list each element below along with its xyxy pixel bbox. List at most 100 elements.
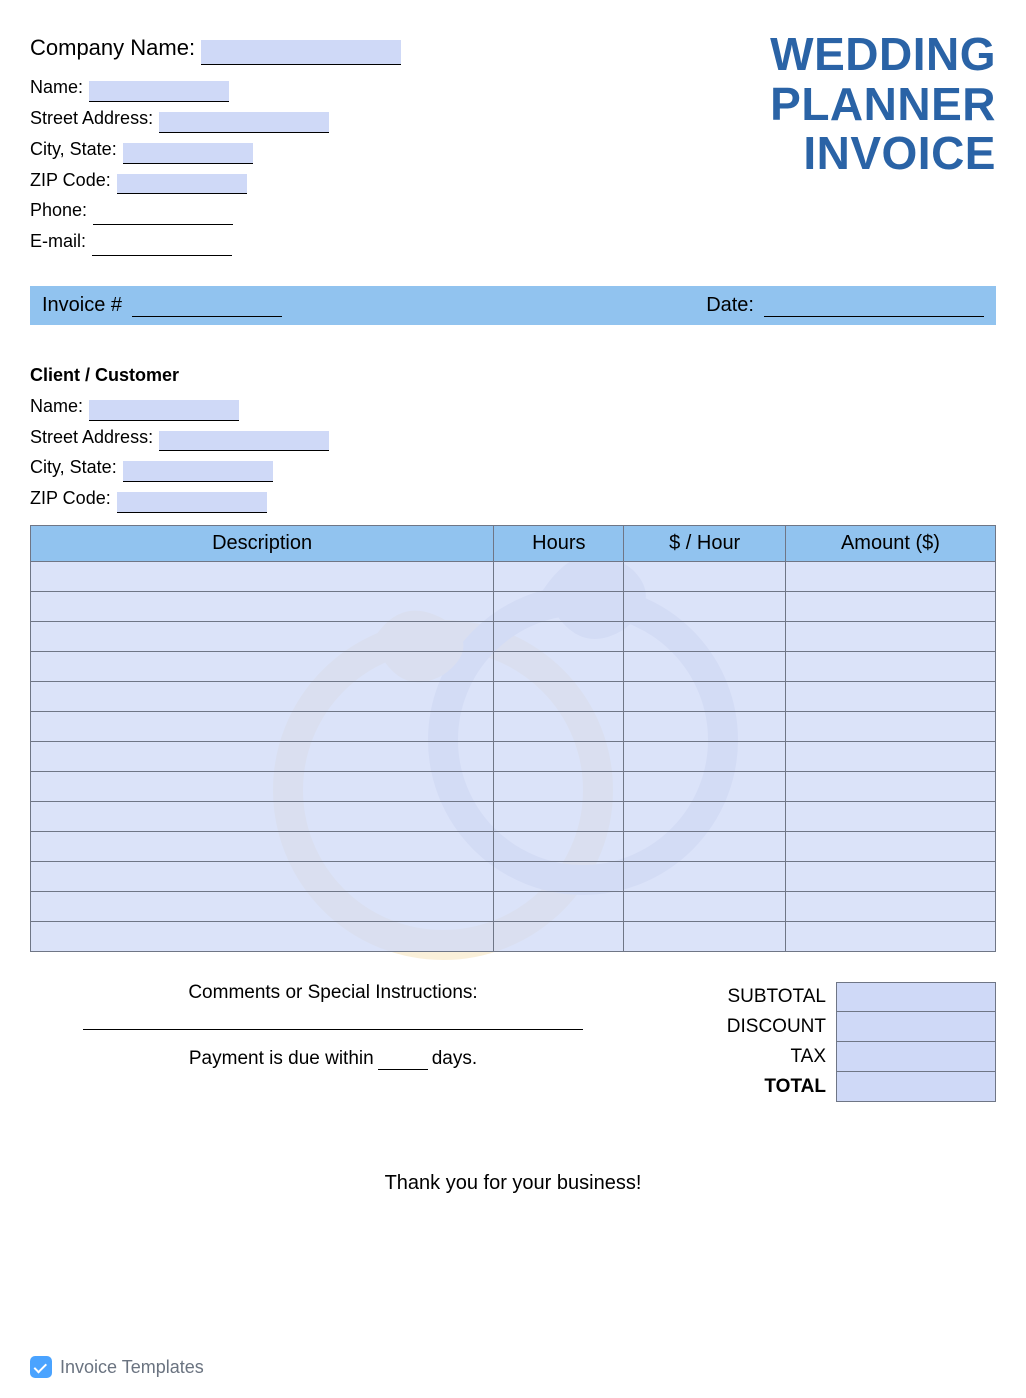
thank-you-message: Thank you for your business! (30, 1172, 996, 1195)
tax-label: TAX (676, 1042, 836, 1072)
cell-amount[interactable] (785, 741, 995, 771)
cell-hours[interactable] (494, 591, 624, 621)
email-label: E-mail: (30, 227, 86, 256)
payment-terms-prefix: Payment is due within (189, 1048, 374, 1070)
cell-rate[interactable] (624, 831, 785, 861)
city-field[interactable] (123, 143, 253, 164)
cell-hours[interactable] (494, 831, 624, 861)
zip-label: ZIP Code: (30, 166, 111, 195)
cell-rate[interactable] (624, 681, 785, 711)
street-label: Street Address: (30, 104, 153, 133)
cell-amount[interactable] (785, 651, 995, 681)
table-row (31, 711, 996, 741)
cell-description[interactable] (31, 861, 494, 891)
total-field[interactable] (836, 1072, 996, 1102)
date-label: Date: (706, 294, 754, 317)
cell-hours[interactable] (494, 801, 624, 831)
name-field[interactable] (89, 81, 229, 102)
name-label: Name: (30, 73, 83, 102)
subtotal-label: SUBTOTAL (676, 982, 836, 1012)
title-line-3: INVOICE (770, 129, 996, 179)
cell-rate[interactable] (624, 771, 785, 801)
cell-amount[interactable] (785, 891, 995, 921)
cell-description[interactable] (31, 891, 494, 921)
invoice-number-label: Invoice # (42, 294, 122, 317)
cell-amount[interactable] (785, 921, 995, 951)
cell-description[interactable] (31, 771, 494, 801)
cell-description[interactable] (31, 591, 494, 621)
client-info: Client / Customer Name: Street Address: … (30, 361, 996, 513)
cell-description[interactable] (31, 831, 494, 861)
client-name-field[interactable] (89, 400, 239, 421)
col-description: Description (31, 525, 494, 561)
phone-label: Phone: (30, 196, 87, 225)
cell-description[interactable] (31, 621, 494, 651)
company-name-field[interactable] (201, 40, 401, 65)
cell-hours[interactable] (494, 651, 624, 681)
title-line-1: WEDDING (770, 30, 996, 80)
title-line-2: PLANNER (770, 80, 996, 130)
cell-amount[interactable] (785, 801, 995, 831)
tax-field[interactable] (836, 1042, 996, 1072)
cell-rate[interactable] (624, 621, 785, 651)
zip-field[interactable] (117, 174, 247, 195)
date-field[interactable] (764, 294, 984, 317)
cell-rate[interactable] (624, 651, 785, 681)
email-field[interactable] (92, 235, 232, 256)
cell-description[interactable] (31, 651, 494, 681)
cell-hours[interactable] (494, 621, 624, 651)
cell-hours[interactable] (494, 561, 624, 591)
cell-rate[interactable] (624, 891, 785, 921)
cell-description[interactable] (31, 561, 494, 591)
cell-rate[interactable] (624, 711, 785, 741)
invoice-number-field[interactable] (132, 294, 282, 317)
cell-amount[interactable] (785, 591, 995, 621)
comments-field[interactable] (83, 1010, 583, 1030)
subtotal-field[interactable] (836, 982, 996, 1012)
table-row (31, 741, 996, 771)
cell-rate[interactable] (624, 741, 785, 771)
cell-amount[interactable] (785, 711, 995, 741)
cell-amount[interactable] (785, 861, 995, 891)
phone-field[interactable] (93, 204, 233, 225)
cell-hours[interactable] (494, 921, 624, 951)
cell-rate[interactable] (624, 801, 785, 831)
street-field[interactable] (159, 112, 329, 133)
client-zip-field[interactable] (117, 492, 267, 513)
client-street-field[interactable] (159, 431, 329, 452)
cell-amount[interactable] (785, 621, 995, 651)
discount-field[interactable] (836, 1012, 996, 1042)
cell-hours[interactable] (494, 771, 624, 801)
table-row (31, 561, 996, 591)
cell-description[interactable] (31, 711, 494, 741)
cell-description[interactable] (31, 921, 494, 951)
company-info: Company Name: Name: Street Address: City… (30, 30, 401, 258)
cell-hours[interactable] (494, 891, 624, 921)
cell-description[interactable] (31, 681, 494, 711)
payment-terms-suffix: days. (432, 1048, 477, 1070)
payment-days-field[interactable] (378, 1050, 428, 1070)
client-city-field[interactable] (123, 461, 273, 482)
cell-hours[interactable] (494, 711, 624, 741)
cell-amount[interactable] (785, 771, 995, 801)
cell-rate[interactable] (624, 861, 785, 891)
cell-hours[interactable] (494, 681, 624, 711)
cell-rate[interactable] (624, 561, 785, 591)
invoice-info-bar: Invoice # Date: (30, 286, 996, 325)
table-row (31, 921, 996, 951)
cell-amount[interactable] (785, 561, 995, 591)
cell-description[interactable] (31, 741, 494, 771)
cell-amount[interactable] (785, 831, 995, 861)
footer-brand: Invoice Templates (30, 1356, 204, 1378)
cell-rate[interactable] (624, 591, 785, 621)
cell-rate[interactable] (624, 921, 785, 951)
table-row (31, 591, 996, 621)
client-street-label: Street Address: (30, 423, 153, 452)
col-hours: Hours (494, 525, 624, 561)
cell-description[interactable] (31, 801, 494, 831)
cell-amount[interactable] (785, 681, 995, 711)
cell-hours[interactable] (494, 861, 624, 891)
col-rate: $ / Hour (624, 525, 785, 561)
table-row (31, 771, 996, 801)
cell-hours[interactable] (494, 741, 624, 771)
